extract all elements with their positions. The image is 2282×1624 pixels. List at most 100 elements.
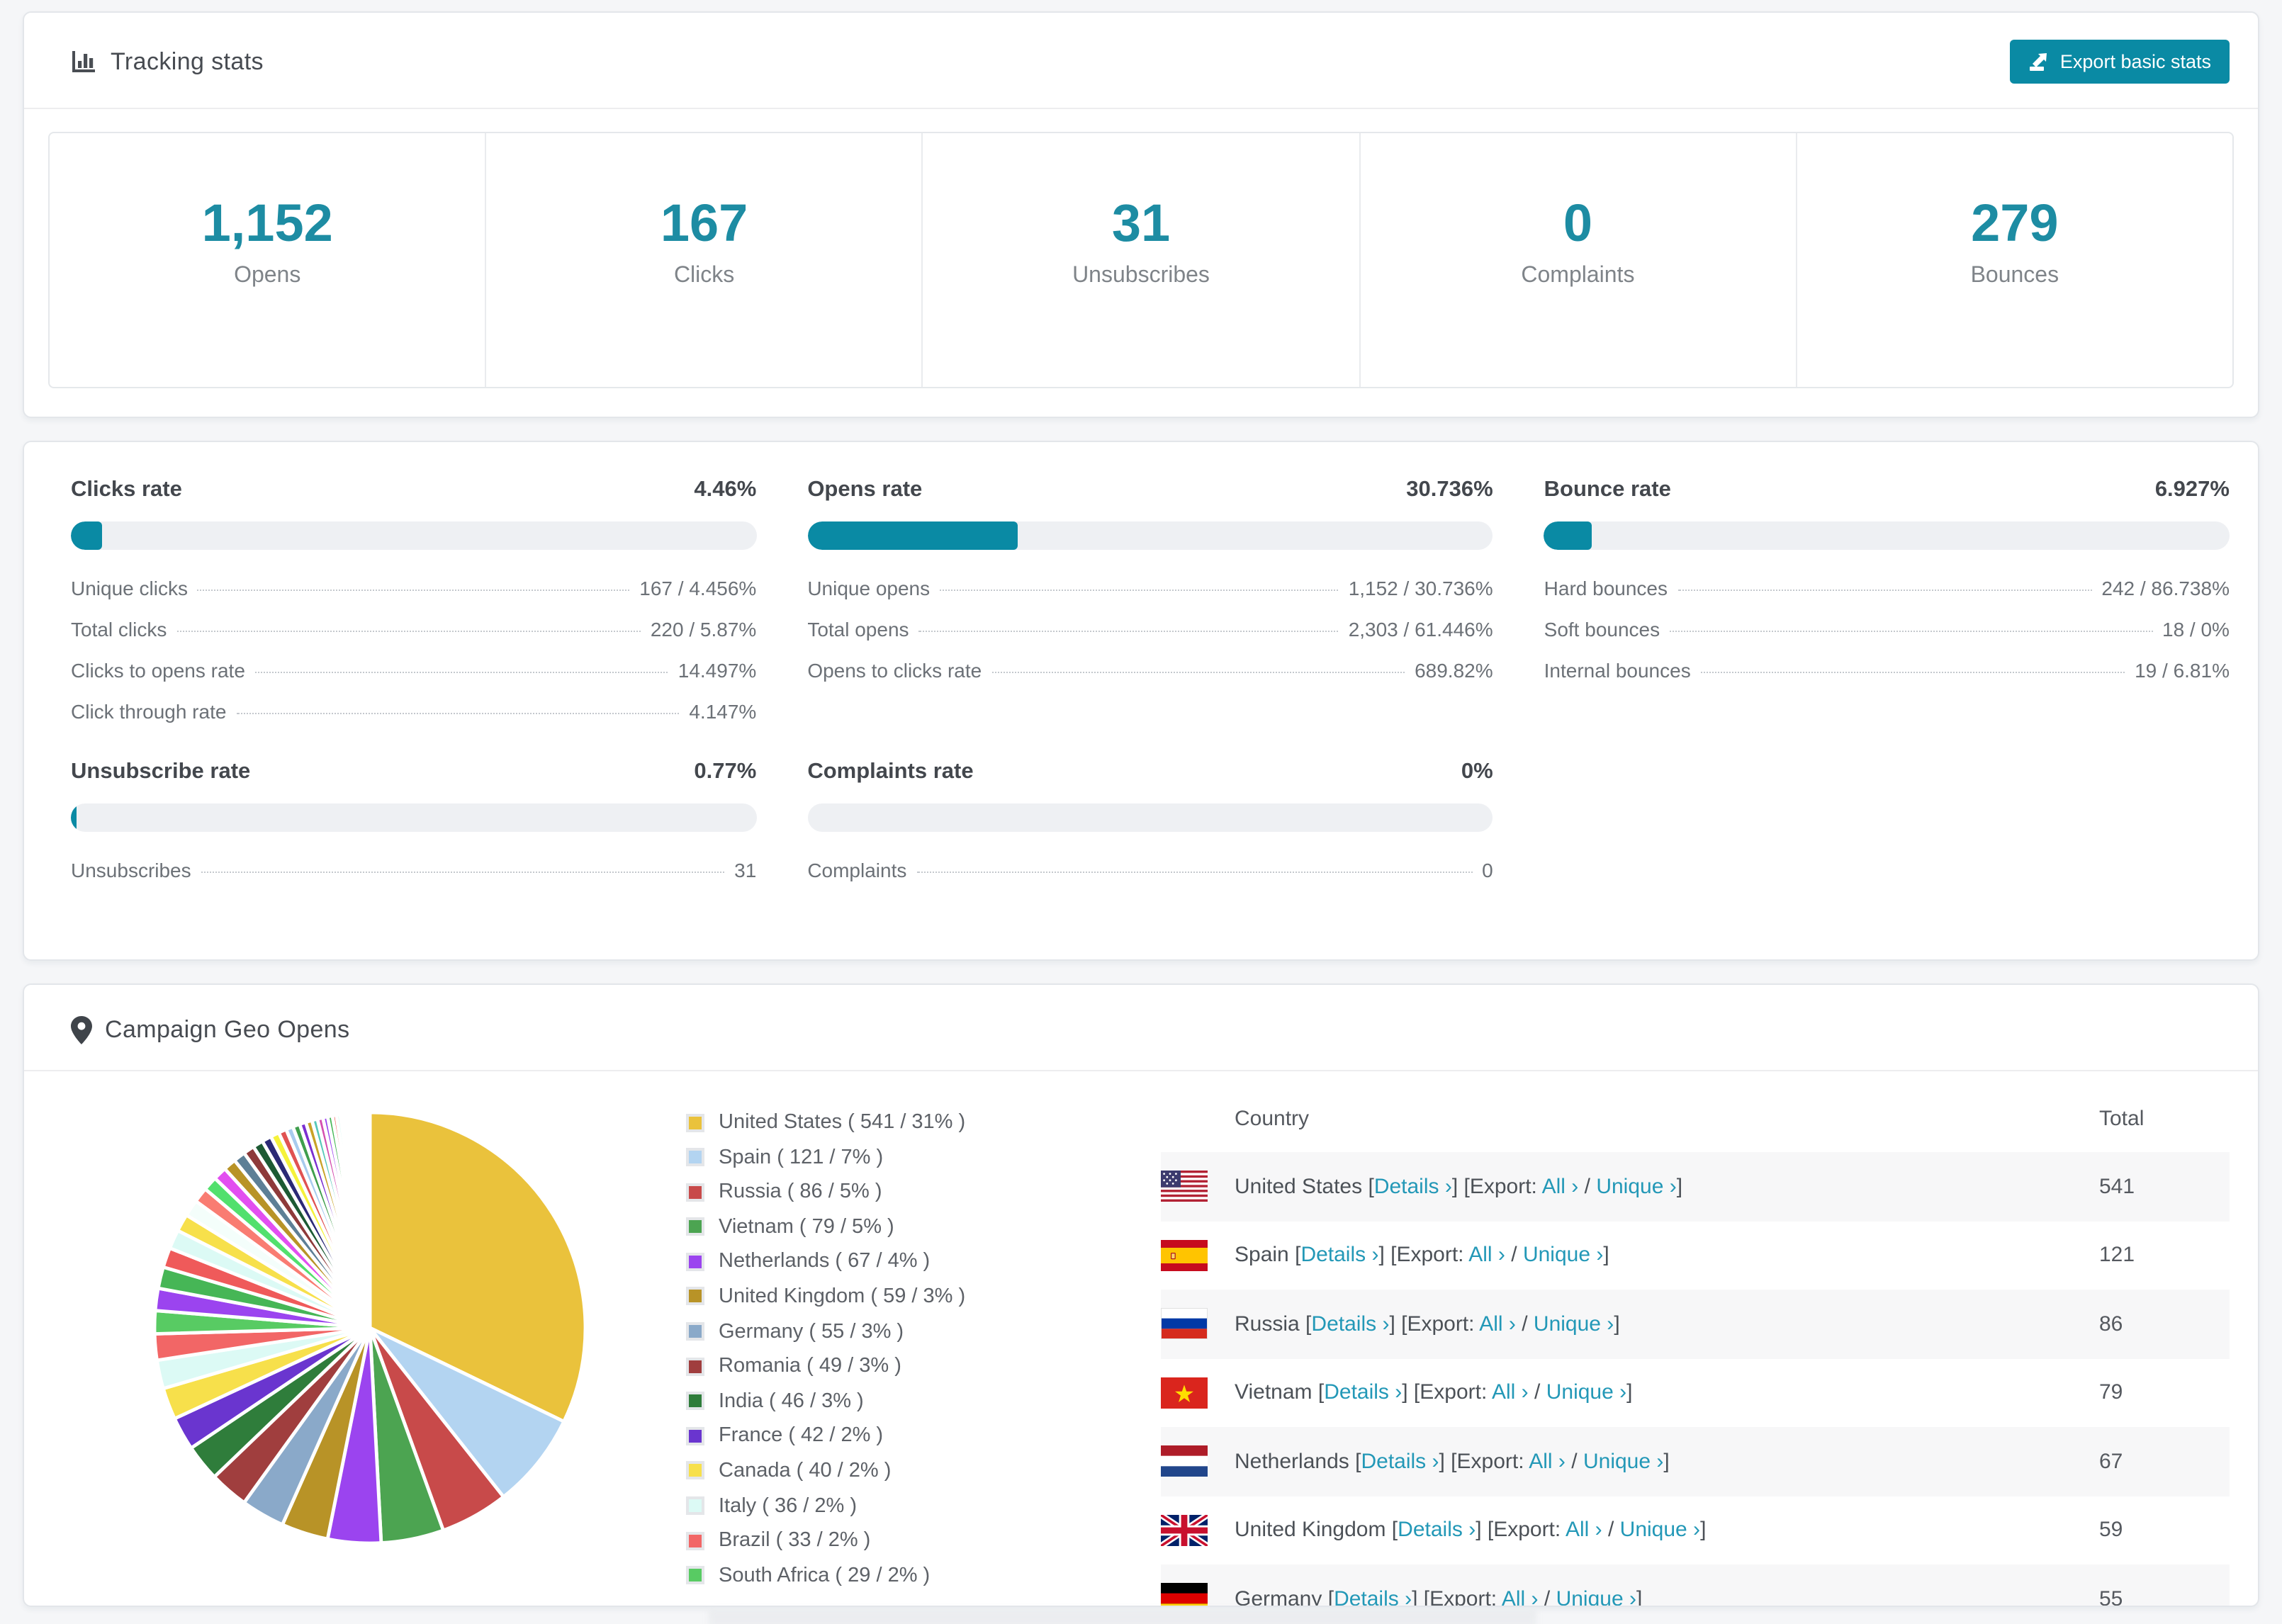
rate-stat-row: Unsubscribes 31 (71, 859, 756, 881)
legend-label: Italy ( 36 / 2% ) (719, 1494, 858, 1518)
geo-table-row-united-kingdom: United Kingdom [Details ›] [Export: All … (1161, 1496, 2230, 1564)
rate-stat-value: 1,152 / 30.736% (1348, 577, 1493, 599)
dotted-leader (1670, 631, 2152, 632)
rate-stat-label: Total clicks (71, 618, 167, 641)
details-link[interactable]: Details › (1374, 1175, 1452, 1199)
rate-value: 0% (1461, 760, 1493, 784)
geo-table-body: United States [Details ›] [Export: All ›… (1161, 1152, 2230, 1607)
geo-header: Campaign Geo Opens (24, 985, 2258, 1070)
legend-swatch (686, 1217, 704, 1236)
geo-table-row-spain: Spain [Details ›] [Export: All › / Uniqu… (1161, 1221, 2230, 1290)
details-link[interactable]: Details › (1361, 1450, 1439, 1474)
legend-swatch (686, 1322, 704, 1341)
rate-title: Opens rate (807, 478, 923, 502)
rate-stat-value: 19 / 6.81% (2135, 659, 2230, 682)
de-flag-icon (1161, 1583, 1208, 1606)
details-link[interactable]: Details › (1311, 1312, 1389, 1336)
stat-label: Opens (234, 264, 301, 288)
stats-summary-row: 1,152 Opens 167 Clicks 31 Unsubscribes 0 Compla… (48, 132, 2234, 388)
stat-value: 0 (1563, 194, 1592, 252)
legend-item-france: France ( 42 / 2% ) (686, 1425, 1161, 1448)
dotted-leader (991, 672, 1405, 673)
export-basic-stats-button[interactable]: Export basic stats (2010, 40, 2230, 84)
geo-table-header-country: Country (1235, 1107, 1310, 1131)
row-links: [Details ›] [Export: All › / Unique ›] (1322, 1587, 1643, 1606)
row-links: [Details ›] [Export: All › / Unique ›] (1349, 1449, 1670, 1474)
stat-box-complaints: 0 Complaints (1360, 133, 1797, 387)
legend-swatch (686, 1148, 704, 1167)
details-link[interactable]: Details › (1334, 1587, 1412, 1606)
dotted-leader (916, 872, 1473, 873)
export-unique-link[interactable]: Unique › (1534, 1312, 1614, 1336)
geo-legend: United States ( 541 / 31% ) Spain ( 121 /… (686, 1111, 1161, 1606)
tracking-stats-panel: Tracking stats Export basic stats 1,152 O… (23, 11, 2259, 418)
geo-row-text: United Kingdom [Details ›] [Export: All … (1235, 1518, 1706, 1543)
export-unique-link[interactable]: Unique › (1556, 1587, 1636, 1606)
rate-progress-fill (807, 521, 1018, 550)
export-unique-link[interactable]: Unique › (1546, 1381, 1626, 1405)
rates-grid: Clicks rate 4.46% Unique clicks 167 / 4.456… (24, 442, 2258, 915)
rate-stat-value: 18 / 0% (2162, 618, 2230, 641)
geo-row-text: Netherlands [Details ›] [Export: All › /… (1235, 1450, 1670, 1474)
legend-swatch (686, 1392, 704, 1411)
geo-row-text: Russia [Details ›] [Export: All › / Uniq… (1235, 1312, 1620, 1336)
geo-pie-chart (52, 1071, 686, 1606)
export-all-link[interactable]: All › (1479, 1312, 1516, 1336)
rate-title: Clicks rate (71, 478, 182, 502)
dotted-leader (1700, 672, 2125, 673)
us-flag-icon (1161, 1171, 1208, 1202)
legend-label: Canada ( 40 / 2% ) (719, 1459, 892, 1482)
legend-item-russia: Russia ( 86 / 5% ) (686, 1180, 1161, 1203)
export-all-link[interactable]: All › (1566, 1518, 1602, 1543)
export-unique-link[interactable]: Unique › (1583, 1450, 1663, 1474)
legend-swatch (686, 1287, 704, 1306)
rate-progress-fill (71, 521, 102, 550)
dotted-leader (918, 631, 1339, 632)
export-unique-link[interactable]: Unique › (1523, 1244, 1603, 1268)
rate-stat-value: 167 / 4.456% (639, 577, 757, 599)
rate-stat-value: 14.497% (678, 659, 757, 682)
dotted-leader (201, 872, 725, 873)
country-name: Netherlands (1235, 1449, 1349, 1474)
legend-swatch (686, 1566, 704, 1585)
rate-block-opens-rate: Opens rate 30.736% Unique opens 1,152 / 30.… (807, 478, 1493, 723)
rate-value: 0.77% (694, 760, 757, 784)
rate-stat-row: Hard bounces 242 / 86.738% (1544, 577, 2230, 599)
export-all-link[interactable]: All › (1529, 1450, 1566, 1474)
export-all-link[interactable]: All › (1468, 1244, 1505, 1268)
rate-stat-label: Opens to clicks rate (807, 659, 982, 682)
stat-label: Unsubscribes (1072, 264, 1210, 288)
legend-swatch (686, 1183, 704, 1202)
details-link[interactable]: Details › (1398, 1518, 1476, 1543)
country-name: United States (1235, 1174, 1363, 1199)
geo-row-total: 86 (2099, 1312, 2123, 1336)
export-unique-link[interactable]: Unique › (1596, 1175, 1676, 1199)
bar-chart-icon (71, 48, 98, 75)
rate-stat-label: Click through rate (71, 700, 227, 723)
legend-swatch (686, 1426, 704, 1445)
rate-stat-value: 689.82% (1415, 659, 1493, 682)
rate-stat-row: Total opens 2,303 / 61.446% (807, 618, 1493, 641)
details-link[interactable]: Details › (1324, 1381, 1402, 1405)
rate-stat-value: 4.147% (689, 700, 757, 723)
rates-panel: Clicks rate 4.46% Unique clicks 167 / 4.456… (23, 441, 2259, 961)
geo-row-total: 121 (2099, 1243, 2135, 1268)
legend-label: Netherlands ( 67 / 4% ) (719, 1250, 931, 1273)
rate-value: 4.46% (694, 478, 757, 502)
legend-label: Spain ( 121 / 7% ) (719, 1146, 884, 1169)
rate-stat-value: 220 / 5.87% (650, 618, 757, 641)
rate-stat-row: Soft bounces 18 / 0% (1544, 618, 2230, 641)
export-all-link[interactable]: All › (1492, 1381, 1529, 1405)
export-all-link[interactable]: All › (1542, 1175, 1579, 1199)
legend-item-spain: Spain ( 121 / 7% ) (686, 1146, 1161, 1168)
export-all-link[interactable]: All › (1502, 1587, 1539, 1606)
legend-label: France ( 42 / 2% ) (719, 1424, 884, 1448)
legend-item-romania: Romania ( 49 / 3% ) (686, 1355, 1161, 1377)
geo-row-total: 55 (2099, 1586, 2123, 1607)
country-name: Russia (1235, 1312, 1300, 1336)
details-link[interactable]: Details › (1300, 1244, 1378, 1268)
export-unique-link[interactable]: Unique › (1620, 1518, 1700, 1543)
row-links: [Details ›] [Export: All › / Unique ›] (1312, 1380, 1633, 1405)
legend-label: United States ( 541 / 31% ) (719, 1111, 966, 1134)
rate-progress-fill (1544, 521, 1592, 550)
